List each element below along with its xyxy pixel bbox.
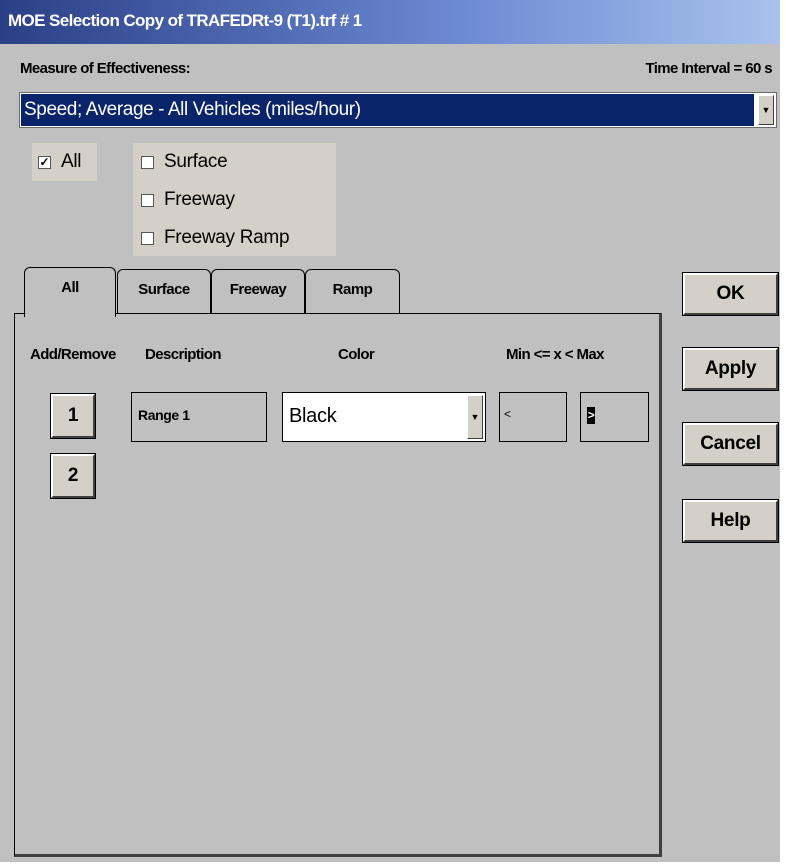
surface-checkbox[interactable] — [141, 155, 154, 169]
ok-button[interactable]: OK — [682, 272, 779, 316]
surface-checkbox-label: Surface — [164, 151, 228, 172]
moe-selection-dialog: MOE Selection Copy of TRAFEDRt-9 (T1).tr… — [0, 0, 780, 862]
cancel-button[interactable]: Cancel — [682, 422, 779, 466]
range-1-min-field[interactable]: < — [499, 392, 567, 442]
apply-button[interactable]: Apply — [682, 347, 779, 391]
road-type-filter-group: Surface Freeway Freeway Ramp — [133, 143, 336, 256]
freeway-checkbox[interactable] — [141, 193, 154, 207]
surface-checkbox-row[interactable]: Surface — [141, 151, 228, 173]
column-color: Color — [338, 346, 375, 363]
window-title: MOE Selection Copy of TRAFEDRt-9 (T1).tr… — [8, 11, 362, 30]
moe-select[interactable]: Speed; Average - All Vehicles (miles/hou… — [19, 92, 777, 128]
range-1-max-value: > — [587, 407, 595, 424]
moe-label: Measure of Effectiveness: — [20, 60, 191, 77]
column-description: Description — [145, 346, 222, 363]
tab-ramp[interactable]: Ramp — [305, 269, 400, 315]
tab-surface[interactable]: Surface — [117, 269, 211, 315]
title-bar[interactable]: MOE Selection Copy of TRAFEDRt-9 (T1).tr… — [0, 0, 780, 44]
freeway-checkbox-row[interactable]: Freeway — [141, 189, 235, 211]
add-range-button[interactable]: 2 — [50, 453, 96, 499]
range-1-button[interactable]: 1 — [50, 393, 96, 439]
tab-all[interactable]: All — [24, 267, 116, 317]
freeway-checkbox-label: Freeway — [164, 189, 235, 210]
range-1-description[interactable]: Range 1 — [131, 392, 267, 442]
chevron-down-icon[interactable]: ▼ — [758, 95, 774, 125]
range-1-max-field[interactable]: > — [580, 392, 649, 442]
freeway-ramp-checkbox[interactable] — [141, 231, 154, 245]
column-add-remove: Add/Remove — [30, 346, 116, 363]
all-filter-group: ✓ All — [32, 143, 97, 181]
range-1-color-select[interactable]: Black ▼ — [282, 392, 486, 442]
all-checkbox-row[interactable]: ✓ All — [38, 151, 82, 173]
all-checkbox-label: All — [61, 151, 82, 172]
moe-select-value: Speed; Average - All Vehicles (miles/hou… — [21, 94, 754, 126]
time-interval-label: Time Interval = 60 s — [645, 60, 772, 77]
range-panel: Add/Remove Description Color Min <= x < … — [14, 313, 662, 857]
range-1-color-value: Black — [289, 405, 337, 427]
all-checkbox[interactable]: ✓ — [38, 155, 51, 169]
freeway-ramp-checkbox-label: Freeway Ramp — [164, 227, 290, 248]
column-range: Min <= x < Max — [506, 346, 605, 363]
chevron-down-icon[interactable]: ▼ — [467, 395, 483, 439]
tab-freeway[interactable]: Freeway — [211, 269, 305, 315]
freeway-ramp-checkbox-row[interactable]: Freeway Ramp — [141, 227, 290, 249]
help-button[interactable]: Help — [682, 499, 779, 543]
